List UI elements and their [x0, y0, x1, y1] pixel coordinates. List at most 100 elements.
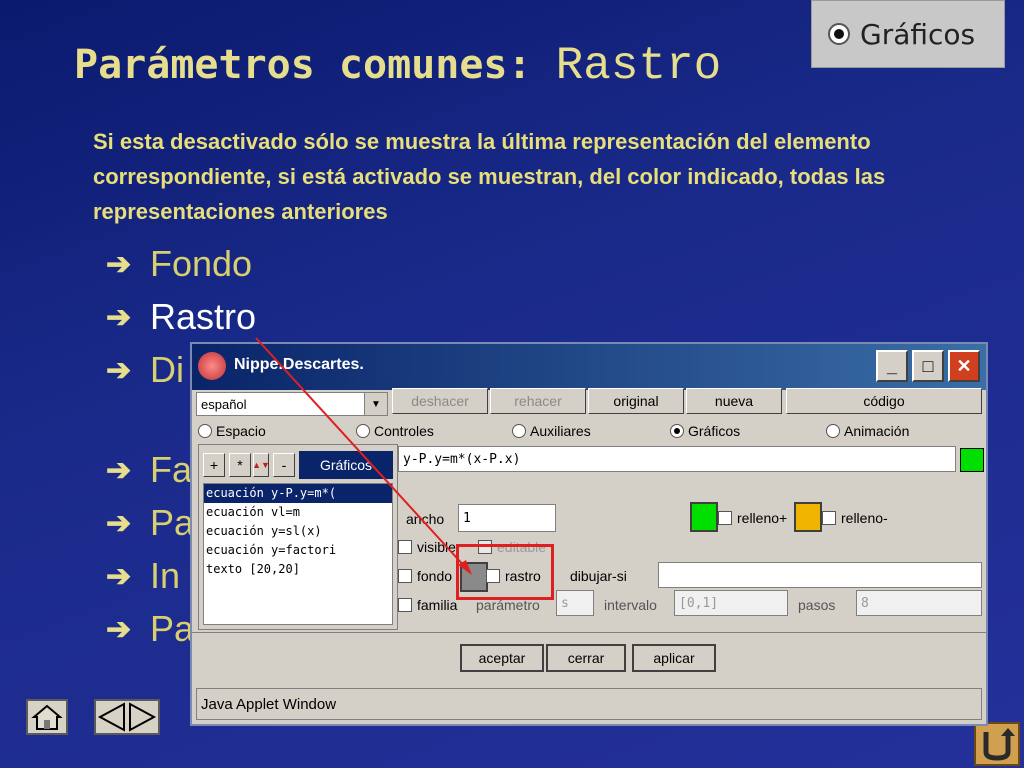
bullet-pa[interactable]: ➔ Pa — [106, 499, 194, 547]
parametro-label: parámetro — [476, 597, 540, 613]
bullet-label: Pa — [150, 502, 195, 543]
dropdown-icon[interactable]: ▼ — [364, 393, 387, 415]
radio-auxiliares[interactable]: Auxiliares — [512, 423, 591, 439]
remove-button[interactable]: - — [273, 453, 295, 477]
minimize-button[interactable]: _ — [876, 350, 908, 382]
nav-prev-next[interactable] — [94, 699, 160, 735]
bullet-label: Fa — [150, 449, 193, 490]
radio-label: Gráficos — [688, 423, 741, 439]
home-icon — [31, 704, 63, 730]
checkbox-icon — [398, 569, 412, 583]
applet-window: Nippe.Descartes. _ □ ✕ español ▼ deshace… — [190, 342, 988, 726]
pasos-label: pasos — [798, 597, 836, 613]
relleno-minus-swatch[interactable] — [794, 502, 822, 532]
radio-animacion[interactable]: Animación — [826, 423, 909, 439]
list-item[interactable]: ecuación y-P.y=m*( — [204, 484, 392, 503]
bullet-fondo[interactable]: ➔ Fondo — [106, 240, 252, 288]
bullet-pa-2[interactable]: ➔ Pa — [106, 605, 194, 653]
intervalo-label: intervalo — [604, 597, 657, 613]
maximize-icon: □ — [922, 355, 934, 376]
bullet-fa[interactable]: ➔ Fa — [106, 446, 192, 494]
checkbox-label: relleno+ — [737, 510, 788, 526]
dibujar-si-label: dibujar-si — [570, 568, 627, 584]
codigo-button[interactable]: código — [786, 388, 982, 414]
list-panel: + * ▲▼ - Gráficos ecuación y-P.y=m*( ecu… — [198, 444, 398, 630]
arrow-icon: ➔ — [106, 353, 132, 387]
parametro-field[interactable]: s — [556, 590, 594, 616]
visible-checkbox[interactable]: visible — [398, 539, 456, 555]
dibujar-si-field[interactable] — [658, 562, 982, 588]
arrow-icon: ➔ — [106, 247, 132, 281]
list-item[interactable]: ecuación vl=m — [204, 503, 392, 522]
radio-label: Espacio — [216, 423, 266, 439]
language-select[interactable]: español ▼ — [196, 392, 388, 416]
nueva-button[interactable]: nueva — [686, 388, 782, 414]
aceptar-button[interactable]: aceptar — [460, 644, 544, 672]
radio-controles[interactable]: Controles — [356, 423, 434, 439]
radio-label: Animación — [844, 423, 910, 439]
pasos-field[interactable]: 8 — [856, 590, 982, 616]
bullet-di[interactable]: ➔ Di — [106, 346, 184, 394]
relleno-plus-checkbox[interactable]: relleno+ — [718, 510, 787, 526]
ancho-label: ancho — [406, 511, 445, 527]
list-item[interactable]: texto [20,20] — [204, 560, 392, 579]
radio-label: Auxiliares — [530, 423, 591, 439]
checkbox-label: familia — [417, 597, 458, 613]
graficos-list[interactable]: ecuación y-P.y=m*( ecuación vl=m ecuació… — [203, 483, 393, 625]
arrow-icon: ➔ — [106, 453, 132, 487]
relleno-plus-swatch[interactable] — [690, 502, 718, 532]
slide-description: Si esta desactivado sólo se muestra la ú… — [93, 129, 886, 224]
expression-field[interactable]: y-P.y=m*(x-P.x) — [398, 446, 956, 472]
cerrar-button[interactable]: cerrar — [546, 644, 626, 672]
expression-color-swatch[interactable] — [960, 448, 984, 472]
window-title: Nippe.Descartes. — [234, 356, 364, 373]
bullet-in[interactable]: ➔ In — [106, 552, 180, 600]
bullet-label: In — [150, 555, 181, 596]
radio-label: Controles — [374, 423, 434, 439]
radio-selected-icon — [828, 23, 850, 45]
home-button[interactable] — [26, 699, 68, 735]
aplicar-button[interactable]: aplicar — [632, 644, 716, 672]
duplicate-button[interactable]: * — [229, 453, 251, 477]
bullet-label: Fondo — [150, 243, 253, 284]
relleno-minus-checkbox[interactable]: relleno- — [822, 510, 888, 526]
add-button[interactable]: + — [203, 453, 225, 477]
checkbox-label: relleno- — [841, 510, 888, 526]
bullet-label: Pa — [150, 608, 195, 649]
reorder-button[interactable]: ▲▼ — [252, 453, 270, 477]
checkbox-icon — [718, 511, 732, 525]
status-bar: Java Applet Window — [196, 688, 982, 720]
return-button[interactable] — [974, 722, 1020, 766]
title-part1: Parámetros comunes: — [74, 42, 532, 88]
radio-espacio[interactable]: Espacio — [198, 423, 266, 439]
original-button[interactable]: original — [588, 388, 684, 414]
checkbox-label: visible — [417, 539, 456, 555]
checkbox-icon — [398, 598, 412, 612]
checkbox-label: fondo — [417, 568, 453, 584]
intervalo-field[interactable]: [0,1] — [674, 590, 788, 616]
familia-checkbox[interactable]: familia — [398, 597, 457, 613]
bullet-label: Rastro — [150, 296, 257, 337]
list-item[interactable]: ecuación y=factori — [204, 541, 392, 560]
radio-icon — [198, 424, 212, 438]
radio-graficos[interactable]: Gráficos — [670, 423, 740, 439]
u-turn-icon — [983, 728, 1015, 761]
app-logo-icon — [198, 352, 226, 380]
bullet-rastro[interactable]: ➔ Rastro — [106, 293, 256, 341]
arrow-icon: ➔ — [106, 612, 132, 646]
ancho-field[interactable]: 1 — [458, 504, 556, 532]
graficos-radio-snippet: Gráficos — [811, 0, 1005, 68]
deshacer-button[interactable]: deshacer — [392, 388, 488, 414]
fondo-checkbox[interactable]: fondo — [398, 568, 452, 584]
up-down-arrows-icon: ▲▼ — [252, 460, 270, 470]
close-icon: ✕ — [956, 355, 972, 376]
rehacer-button[interactable]: rehacer — [490, 388, 586, 414]
top-right-label: Gráficos — [860, 17, 976, 51]
checkbox-icon — [822, 511, 836, 525]
close-button[interactable]: ✕ — [948, 350, 980, 382]
window-titlebar[interactable]: Nippe.Descartes. _ □ ✕ — [192, 344, 986, 390]
maximize-button[interactable]: □ — [912, 350, 944, 382]
arrow-icon: ➔ — [106, 300, 132, 334]
list-item[interactable]: ecuación y=sl(x) — [204, 522, 392, 541]
radio-icon — [356, 424, 370, 438]
